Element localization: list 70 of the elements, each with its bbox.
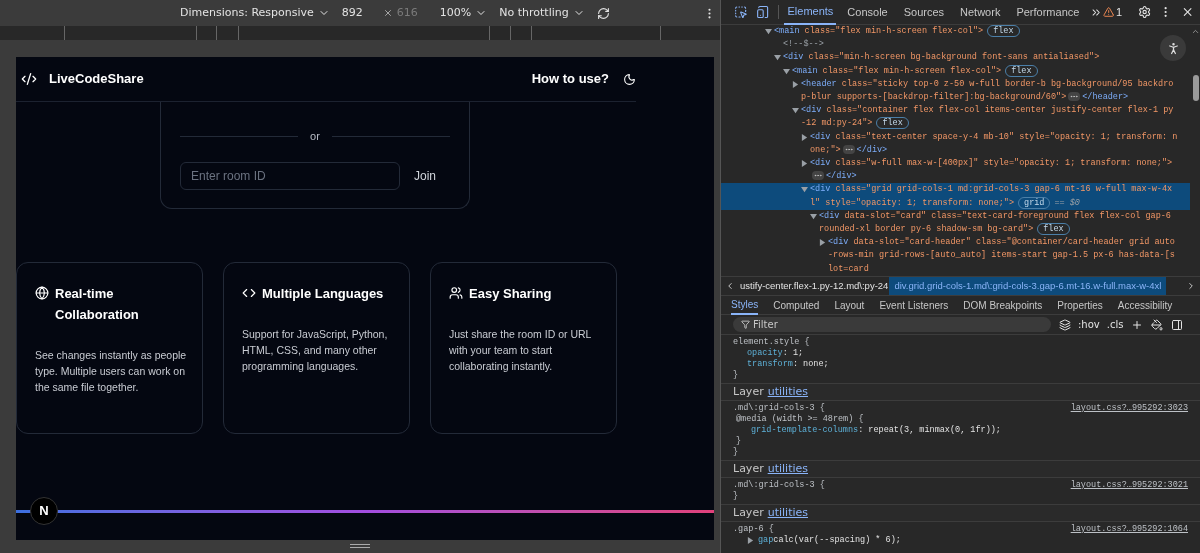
dom-node[interactable]: <div class="text-center space-y-4 mb-10" style="opacity: 1; transform: none;"> </div>: [810, 130, 1178, 158]
divider-label: or: [310, 129, 320, 144]
css-value[interactable]: : none;: [792, 359, 829, 370]
source-link[interactable]: layout.css?…995292:3021: [1070, 480, 1188, 491]
throttling-dropdown[interactable]: No throttling: [499, 4, 585, 22]
dimensions-dropdown[interactable]: Dimensions: Responsive: [180, 4, 330, 22]
how-to-use-link[interactable]: How to use?: [531, 69, 609, 89]
dom-node[interactable]: <main class="flex min-h-screen flex-col"> flex: [792, 64, 1038, 78]
css-property[interactable]: gap: [758, 535, 774, 546]
css-selector: element.style {: [733, 337, 810, 348]
devtools-tab[interactable]: Elements: [784, 0, 837, 25]
styles-pane-tab[interactable]: Computed: [773, 295, 820, 315]
closing-brace: }: [736, 436, 742, 446]
feature-title: Multiple Languages: [262, 284, 384, 303]
layer-label: Layer: [733, 383, 764, 400]
dom-node[interactable]: <main class="flex min-h-screen flex-col"> flex: [774, 25, 1020, 39]
dom-node[interactable]: <div class="w-full max-w-[400px]" style="opacity: 1; transform: none;"> </div>: [810, 157, 1178, 184]
feature-description: Just share the room ID or URL with your team to start collaborating instantly.: [449, 326, 592, 374]
hover-state-toggle[interactable]: :hov: [1078, 317, 1100, 332]
layer-label: Layer: [733, 460, 764, 477]
closing-brace: }: [733, 447, 739, 457]
styles-pane-tab[interactable]: Layout: [834, 295, 865, 315]
issues-count: 1: [1116, 4, 1123, 20]
room-id-field[interactable]: Enter room ID: [180, 161, 400, 190]
dom-node[interactable]: <div class="container flex flex-col items-center justify-center flex-1 py-12 md:py-24"> flex: [801, 104, 1178, 131]
css-property[interactable]: grid-template-columns: [751, 425, 859, 436]
styles-pane-tab[interactable]: Accessibility: [1117, 295, 1173, 315]
css-property[interactable]: transform: [747, 359, 793, 370]
layer-label: Layer: [733, 504, 764, 521]
dom-node[interactable]: <div data-slot="card" class="text-card-foreground flex flex-col gap-6 rounded-xl border py-6 shadow-sm bg-card"> flex: [819, 209, 1178, 237]
dom-node[interactable]: <div class="min-h-screen bg-background font-sans antialiased">: [783, 51, 1100, 65]
css-value[interactable]: : repeat(3, minmax(0, 1fr));: [858, 425, 1001, 436]
css-value[interactable]: : 1;: [782, 348, 804, 359]
breadcrumb-item[interactable]: div.grid.grid-cols-1.md\:grid-cols-3.gap-6.mt-16.w-full.max-w-4xl: [889, 277, 1167, 295]
layer-link[interactable]: utilities: [767, 460, 808, 478]
feature-description: Support for JavaScript, Python, HTML, CSS, and many other programming languages.: [242, 326, 389, 374]
app-logo-text: LiveCodeShare: [49, 70, 144, 89]
zoom-dropdown[interactable]: 100%: [439, 4, 488, 22]
feature-title: Real-time Collaboration: [55, 284, 140, 324]
closing-brace: }: [733, 491, 739, 501]
dev-indicator-badge[interactable]: N: [30, 496, 58, 525]
styles-pane-tab[interactable]: Styles: [731, 295, 759, 315]
source-link[interactable]: layout.css?…995292:3023: [1070, 403, 1188, 414]
dom-node[interactable]: <header class="sticky top-0 z-50 w-full border-b bg-background/95 backdrop-blur supports-[backdrop-filter]:bg-background/60"> </header>: [801, 77, 1178, 105]
css-property[interactable]: opacity: [747, 348, 783, 359]
devtools-tab[interactable]: Network: [955, 0, 1006, 25]
breadcrumb-item[interactable]: ustify-center.flex-1.py-12.md\:py-24: [739, 277, 890, 295]
styles-pane-tab[interactable]: DOM Breakpoints: [963, 295, 1043, 315]
devtools-tab[interactable]: Console: [842, 0, 893, 25]
layer-link[interactable]: utilities: [767, 383, 808, 401]
devtools-tab[interactable]: Sources: [898, 0, 950, 25]
css-selector: .md\:grid-cols-3 {: [733, 403, 825, 414]
feature-title: Easy Sharing: [469, 284, 552, 303]
css-value[interactable]: calc(var(--spacing) * 6);: [773, 535, 901, 546]
styles-pane-tab[interactable]: Event Listeners: [879, 295, 949, 315]
feature-description: See changes instantly as people type. Multiple users can work on the same file together.: [35, 347, 188, 395]
source-link[interactable]: layout.css?…995292:1064: [1070, 524, 1188, 535]
comment-node[interactable]: <!--$-->: [783, 38, 824, 52]
media-query: @media (width >= 48rem) {: [736, 414, 864, 424]
filter-field[interactable]: Filter: [733, 317, 1051, 332]
dom-node[interactable]: <div data-slot="card-header" class="@container/card-header grid auto-rows-min grid-rows-[auto_auto] items-start gap-1.5 px-6 has-data-[slot=card: [828, 236, 1178, 276]
devtools-tab[interactable]: Performance: [1011, 0, 1085, 25]
css-selector: .gap-6 {: [733, 524, 774, 535]
class-toggle[interactable]: .cls: [1106, 317, 1124, 332]
closing-brace: }: [733, 370, 739, 380]
layer-link[interactable]: utilities: [767, 504, 808, 522]
css-selector: .md\:grid-cols-3 {: [733, 480, 825, 491]
join-button[interactable]: Join: [404, 161, 446, 190]
styles-pane-tab[interactable]: Properties: [1057, 295, 1103, 315]
width-field[interactable]: 892: [341, 4, 363, 22]
